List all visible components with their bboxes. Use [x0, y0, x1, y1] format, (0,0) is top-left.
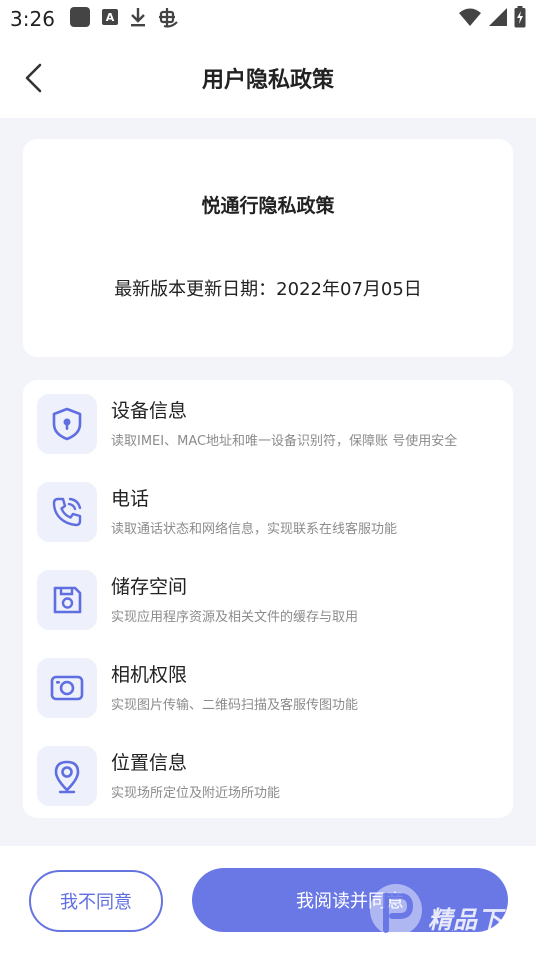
permission-title: 设备信息 [111, 400, 188, 422]
status-bar: 3:26 A [0, 0, 536, 38]
permission-item-phone: 电话 读取通话状态和网络信息，实现联系在线客服功能 [23, 468, 513, 548]
shield-icon [37, 394, 97, 454]
permission-desc: 实现图片传输、二维码扫描及客服传图功能 [111, 698, 359, 713]
camera-icon [37, 658, 97, 718]
permission-title: 相机权限 [111, 664, 188, 686]
app-bar: 用户隐私政策 [0, 38, 536, 118]
permission-item-camera: 相机权限 实现图片传输、二维码扫描及客服传图功能 [23, 644, 513, 724]
download-icon [129, 6, 147, 32]
permission-desc: 实现应用程序资源及相关文件的缓存与取用 [111, 610, 359, 625]
app-square-icon [69, 6, 91, 32]
policy-card: 悦通行隐私政策 最新版本更新日期：2022年07月05日 [23, 139, 513, 357]
phone-icon [37, 482, 97, 542]
page-title: 用户隐私政策 [201, 68, 334, 93]
bug-icon [157, 6, 179, 32]
permission-title: 电话 [111, 488, 150, 510]
agree-button[interactable]: 我阅读并同意 [192, 868, 508, 932]
location-pin-icon [37, 746, 97, 806]
chevron-left-icon [22, 62, 46, 98]
status-time: 3:26 [10, 7, 55, 31]
svg-text:A: A [106, 11, 115, 24]
status-right-icons [458, 6, 526, 32]
permission-item-location: 位置信息 实现场所定位及附近场所功能 [23, 732, 513, 812]
permission-desc: 读取IMEI、MAC地址和唯一设备识别符，保障账 号使用安全 [111, 434, 458, 449]
permission-item-storage: 储存空间 实现应用程序资源及相关文件的缓存与取用 [23, 556, 513, 636]
bottom-action-bar: 我不同意 我阅读并同意 [0, 846, 536, 954]
policy-updated-date: 最新版本更新日期：2022年07月05日 [114, 279, 422, 300]
permission-desc: 实现场所定位及附近场所功能 [111, 786, 281, 801]
floppy-disk-icon [37, 570, 97, 630]
disagree-button[interactable]: 我不同意 [29, 870, 163, 932]
back-button[interactable] [14, 60, 54, 100]
permission-title: 储存空间 [111, 576, 188, 598]
permission-item-device-info: 设备信息 读取IMEI、MAC地址和唯一设备识别符，保障账 号使用安全 [23, 380, 513, 460]
permission-title: 位置信息 [111, 752, 188, 774]
permission-list: 设备信息 读取IMEI、MAC地址和唯一设备识别符，保障账 号使用安全 电话 读… [23, 380, 513, 818]
policy-title: 悦通行隐私政策 [201, 195, 335, 217]
permission-desc: 读取通话状态和网络信息，实现联系在线客服功能 [111, 522, 398, 537]
battery-icon [514, 6, 526, 32]
status-left-icons: A [69, 6, 179, 32]
wifi-icon [458, 7, 482, 31]
cellular-signal-icon [488, 7, 508, 31]
a-badge-icon: A [101, 8, 119, 30]
